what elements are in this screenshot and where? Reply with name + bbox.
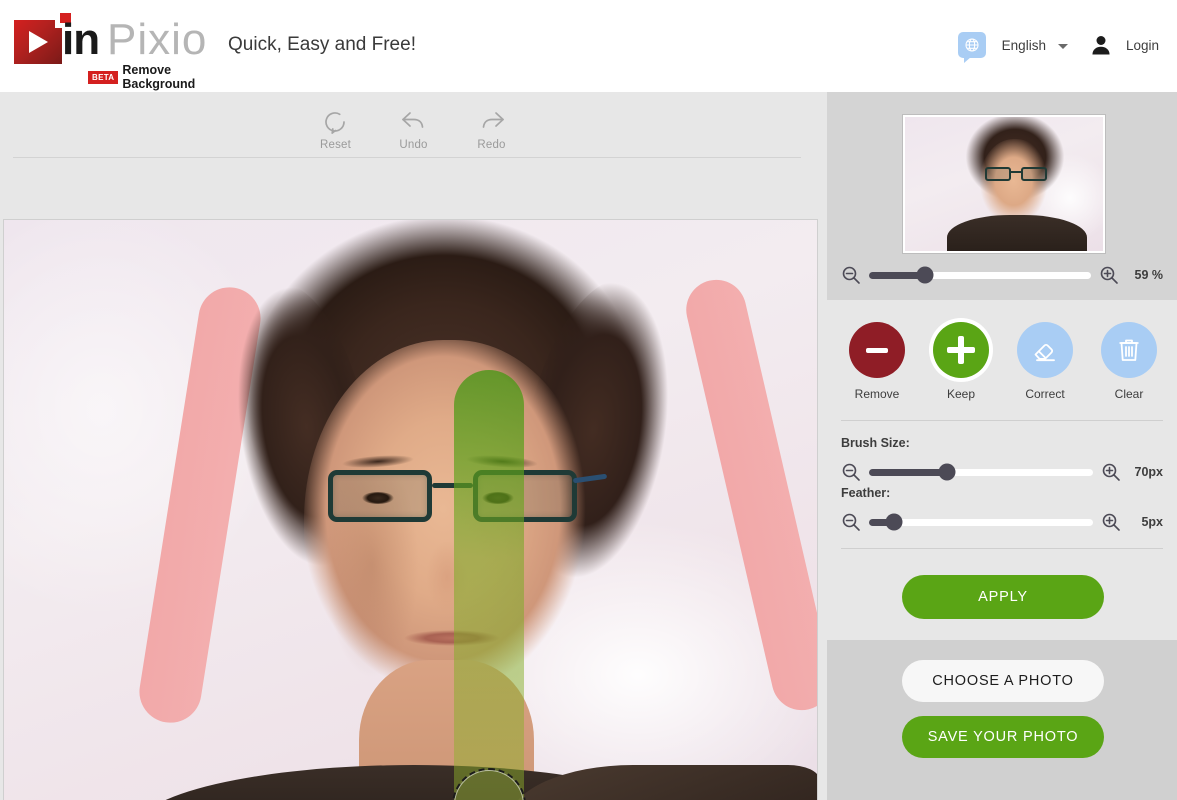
brush-size-track[interactable]	[869, 463, 1093, 481]
undo-icon	[401, 112, 423, 128]
inpixio-logo[interactable]: in Pixio BETA Remove Background	[14, 13, 214, 91]
preview-thumbnail[interactable]	[902, 114, 1106, 254]
eraser-icon[interactable]	[1017, 322, 1073, 378]
brush-decrease-icon[interactable]	[841, 462, 861, 482]
tool-remove-label: Remove	[854, 387, 900, 401]
user-icon[interactable]	[1092, 35, 1110, 55]
brush-size-label: Brush Size:	[841, 436, 910, 450]
logo-subtitle: BETA Remove Background	[88, 63, 214, 91]
globe-icon[interactable]	[957, 32, 986, 63]
app-root: in Pixio BETA Remove Background Quick, E…	[0, 0, 1177, 800]
brush-size-slider-row: 70px	[841, 462, 1163, 482]
choose-photo-button[interactable]: CHOOSE A PHOTO	[902, 660, 1104, 702]
feather-track[interactable]	[869, 513, 1093, 531]
divider-above-brush	[841, 420, 1163, 421]
photo-canvas[interactable]	[4, 220, 817, 800]
tool-correct-label: Correct	[1025, 387, 1065, 401]
header-right-controls: English Login	[957, 32, 1159, 63]
reset-icon	[324, 112, 345, 134]
feather-label: Feather:	[841, 486, 891, 500]
undo-button[interactable]: Undo	[385, 108, 443, 151]
feather-slider-row: 5px	[841, 512, 1163, 532]
feather-knob[interactable]	[885, 513, 903, 531]
editor-area: Reset Undo Redo	[0, 92, 827, 800]
minus-circle-icon[interactable]	[849, 322, 905, 378]
app-header: in Pixio BETA Remove Background Quick, E…	[0, 0, 1177, 92]
language-label[interactable]: English	[1002, 38, 1046, 53]
zoom-slider-row: 59 %	[841, 265, 1163, 285]
chevron-down-icon[interactable]	[1057, 43, 1068, 49]
reset-label: Reset	[319, 139, 352, 151]
tool-correct[interactable]: Correct	[1008, 322, 1082, 401]
logo-text-in: in	[62, 15, 100, 64]
tagline: Quick, Easy and Free!	[228, 34, 416, 55]
zoom-out-icon[interactable]	[841, 265, 861, 285]
apply-button[interactable]: APPLY	[902, 575, 1104, 619]
toolbar-divider	[13, 157, 801, 158]
divider-below-feather	[841, 548, 1163, 549]
redo-icon	[482, 112, 504, 128]
canvas-photo	[4, 220, 817, 800]
brush-size-value: 70px	[1134, 465, 1164, 479]
tool-keep[interactable]: Keep	[924, 322, 998, 401]
brush-increase-icon[interactable]	[1101, 462, 1121, 482]
edit-toolbar: Reset Undo Redo	[0, 92, 827, 157]
tool-clear-label: Clear	[1114, 387, 1144, 401]
keep-stroke	[454, 370, 524, 800]
feather-increase-icon[interactable]	[1101, 512, 1121, 532]
plus-circle-icon[interactable]	[933, 322, 989, 378]
brush-tools: Remove Keep Correct Clear	[840, 322, 1166, 401]
zoom-slider-knob[interactable]	[916, 266, 933, 284]
save-photo-button[interactable]: SAVE YOUR PHOTO	[902, 716, 1104, 758]
feather-value: 5px	[1141, 515, 1163, 529]
logo-text-pixio: Pixio	[107, 15, 208, 64]
zoom-in-icon[interactable]	[1099, 265, 1119, 285]
tool-keep-label: Keep	[946, 387, 976, 401]
zoom-slider-track[interactable]	[869, 266, 1091, 284]
login-label[interactable]: Login	[1126, 38, 1159, 53]
undo-label: Undo	[399, 139, 428, 151]
logo-subtitle-text: Remove Background	[122, 63, 196, 91]
brush-size-knob[interactable]	[938, 463, 956, 481]
feather-decrease-icon[interactable]	[841, 512, 861, 532]
tool-clear[interactable]: Clear	[1092, 322, 1166, 401]
beta-badge: BETA	[88, 70, 119, 84]
redo-label: Redo	[477, 139, 506, 151]
play-logo-icon	[14, 13, 71, 64]
tool-remove[interactable]: Remove	[840, 322, 914, 401]
trash-icon[interactable]	[1101, 322, 1157, 378]
reset-button[interactable]: Reset	[307, 108, 365, 151]
redo-button[interactable]: Redo	[463, 108, 521, 151]
zoom-value: 59 %	[1134, 268, 1164, 282]
